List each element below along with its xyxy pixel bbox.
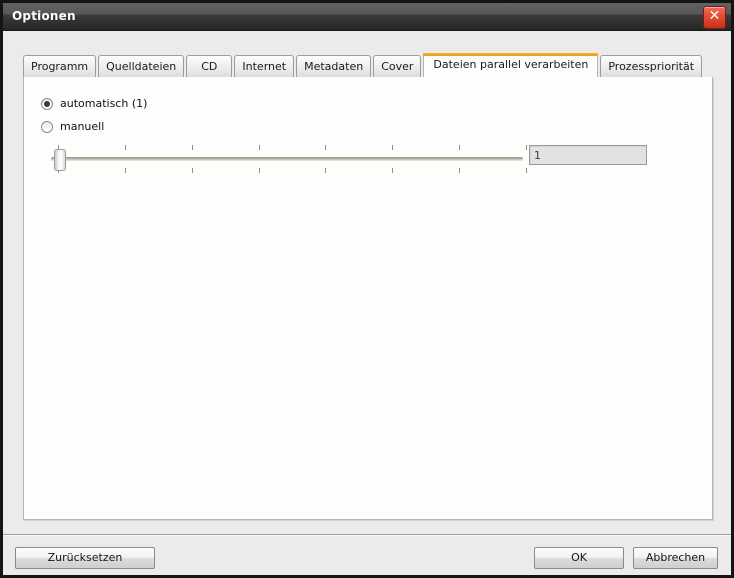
radio-mark-icon — [41, 98, 53, 110]
slider-tick — [192, 168, 193, 173]
slider-tick — [125, 145, 126, 150]
slider-tick — [459, 145, 460, 150]
slider-thumb[interactable] — [54, 149, 66, 171]
slider-tick — [392, 168, 393, 173]
radio-automatisch-label: automatisch (1) — [60, 97, 148, 110]
tab-quelldateien[interactable]: Quelldateien — [98, 55, 185, 77]
title-bar: Optionen ✕ — [3, 3, 731, 31]
slider-tick — [526, 145, 527, 150]
footer-separator — [3, 534, 731, 535]
tab-programm[interactable]: Programm — [23, 55, 97, 77]
tab-panel: automatisch (1) manuell 1 — [23, 77, 713, 520]
slider-tick — [192, 145, 193, 150]
slider-tick — [526, 168, 527, 173]
tab-internet[interactable]: Internet — [234, 55, 295, 77]
radio-manuell-label: manuell — [60, 120, 105, 133]
slider-tick — [125, 168, 126, 173]
options-dialog-window: Optionen ✕ Programm Quelldateien CD Inte… — [0, 0, 734, 578]
tab-strip: Programm Quelldateien CD Internet Metada… — [23, 53, 713, 99]
slider-tick — [259, 145, 260, 150]
parallel-files-slider[interactable] — [51, 143, 527, 177]
tab-prozesspriorität[interactable]: Prozesspriorität — [600, 55, 703, 77]
close-glyph: ✕ — [708, 8, 721, 24]
cancel-button[interactable]: Abbrechen — [633, 547, 718, 569]
tab-metadaten[interactable]: Metadaten — [296, 55, 372, 77]
tab-cd[interactable]: CD — [186, 55, 233, 77]
slider-tick — [392, 145, 393, 150]
reset-button[interactable]: Zurücksetzen — [15, 547, 155, 569]
close-icon[interactable]: ✕ — [703, 6, 726, 29]
slider-track[interactable] — [51, 157, 523, 161]
client-area: Programm Quelldateien CD Internet Metada… — [3, 31, 731, 575]
ok-button[interactable]: OK — [534, 547, 624, 569]
slider-tick — [325, 145, 326, 150]
slider-tick — [259, 168, 260, 173]
slider-tick — [325, 168, 326, 173]
slider-tick — [459, 168, 460, 173]
tab-cover[interactable]: Cover — [373, 55, 422, 77]
tab-dateien-parallel-verarbeiten[interactable]: Dateien parallel verarbeiten — [423, 53, 599, 77]
window-title: Optionen — [12, 9, 76, 23]
radio-mark-icon — [41, 121, 53, 133]
slider-value-field[interactable]: 1 — [529, 145, 647, 165]
